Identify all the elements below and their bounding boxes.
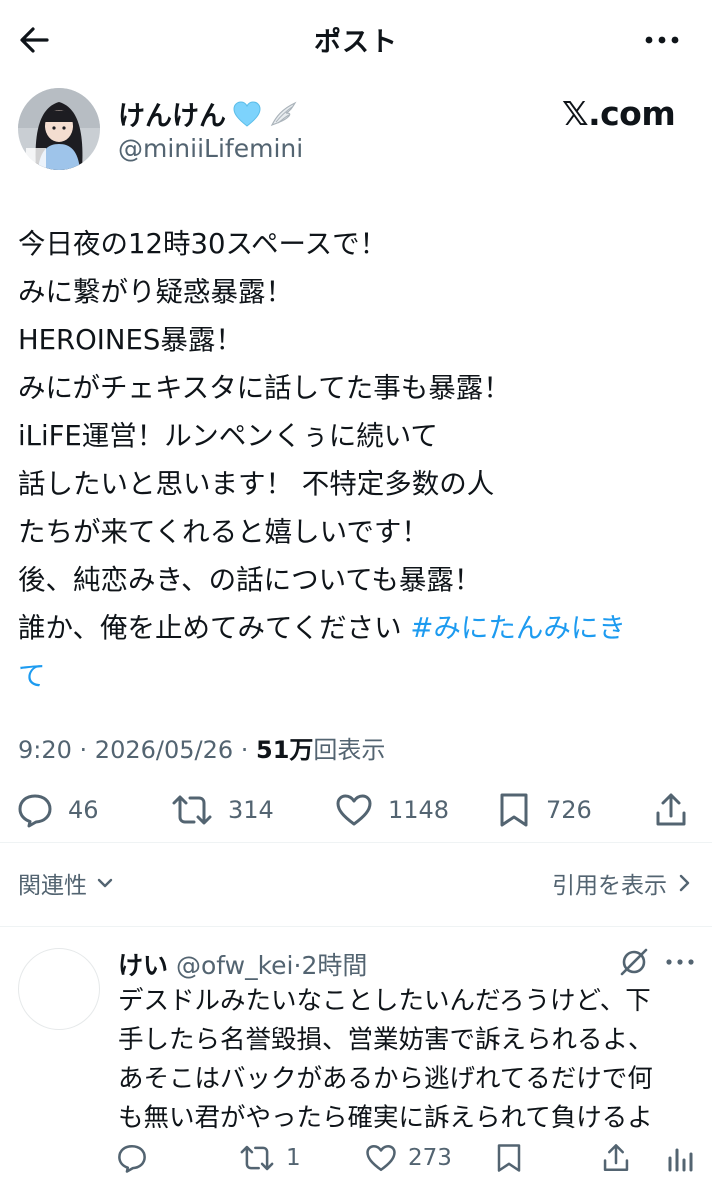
repost-count: 314 <box>228 796 274 824</box>
reply-line: 手したら名誉毀損、営業妨害で訴えられるよ、 <box>118 1025 654 1055</box>
post-line: て <box>18 652 698 700</box>
author-name-text: けんけん <box>118 101 226 132</box>
reply-time[interactable]: 2時間 <box>301 951 367 980</box>
page-title: ポスト <box>314 27 398 58</box>
reply-like-button[interactable]: 273 <box>364 1140 452 1176</box>
more-icon <box>666 959 694 965</box>
divider <box>0 926 712 927</box>
relevance-label: 関連性 <box>18 873 87 899</box>
bookmark-icon <box>500 793 528 827</box>
views-icon <box>668 1148 693 1172</box>
chevron-right-icon <box>679 874 690 892</box>
reply-avatar[interactable] <box>18 948 100 1030</box>
reply-repost-button[interactable]: 1 <box>238 1140 301 1176</box>
reply-reply-button[interactable] <box>116 1140 148 1176</box>
author-name[interactable]: けんけん <box>118 94 298 133</box>
post-line: iLiFE運営！ルンペンくぅに続いて <box>18 420 438 452</box>
share-icon <box>656 793 686 826</box>
author-handle[interactable]: @miniiLifemini <box>118 134 303 163</box>
reply-line: も無い君がやったら確実に訴えられて負けるよ <box>118 1103 653 1133</box>
x-watermark: 𝕏.com <box>562 94 676 133</box>
meta-separator: · <box>71 736 95 764</box>
post-time[interactable]: 9:20 <box>18 736 72 764</box>
more-button[interactable] <box>640 22 684 58</box>
reply-text: デスドルみたいなことしたいんだろうけど、下 手したら名誉毀損、営業妨害で訴えられ… <box>118 982 698 1138</box>
repost-button[interactable]: 314 <box>170 790 274 830</box>
repost-icon <box>240 1145 274 1171</box>
post-line: みにがチェキスタに話してた事も暴露！ <box>18 372 511 404</box>
relevance-sort-button[interactable]: 関連性 <box>18 866 115 900</box>
reply-header: けい @ofw_kei·2時間 <box>118 946 367 982</box>
reply-line: あそこはバックがあるから逃げれてるだけで何 <box>118 1064 653 1094</box>
grok-button[interactable] <box>614 944 654 980</box>
like-icon <box>366 1144 396 1172</box>
grok-icon <box>620 948 648 976</box>
reply-more-button[interactable] <box>660 944 700 980</box>
post-line: HEROINES暴露！ <box>18 324 243 356</box>
chevron-down-icon <box>97 878 113 888</box>
view-quotes-link[interactable]: 引用を表示 <box>552 866 691 900</box>
hashtag-link-continued[interactable]: て <box>18 660 46 692</box>
reply-share-button[interactable] <box>600 1140 632 1176</box>
reply-button[interactable]: 46 <box>16 790 99 830</box>
view-quotes-label: 引用を表示 <box>552 873 667 899</box>
post-line: 話したいと思います！ 不特定多数の人 <box>18 468 495 500</box>
like-icon <box>336 794 372 826</box>
reply-bookmark-button[interactable] <box>494 1140 524 1176</box>
meta-separator: · <box>233 736 257 764</box>
post-line: 誰か、俺を止めてみてください #みにたんみにき <box>18 604 698 652</box>
post-line: 後、純恋みき、の話についても暴露！ <box>18 564 482 596</box>
post-meta: 9:20 · 2026/05/26 · 51万回表示 <box>18 730 385 765</box>
post-line: たちが来てくれると嬉しいです！ <box>18 516 429 548</box>
heart-badge-icon <box>233 100 261 127</box>
divider <box>0 842 712 843</box>
more-icon <box>645 36 679 44</box>
post-line-text: 誰か、俺を止めてみてください <box>18 612 411 644</box>
post-text: 今日夜の12時30スペースで！ みに繋がり疑惑暴露！ HEROINES暴露！ み… <box>18 220 698 700</box>
share-button[interactable] <box>652 790 690 830</box>
reply-count: 46 <box>68 796 99 824</box>
repost-icon <box>172 795 212 825</box>
bookmark-count: 726 <box>546 796 592 824</box>
bookmark-button[interactable]: 726 <box>496 790 592 830</box>
views-count: 51万 <box>256 736 314 764</box>
reply-line: デスドルみたいなことしたいんだろうけど、下 <box>118 986 651 1016</box>
bookmark-icon <box>497 1144 521 1172</box>
reply-like-count: 273 <box>408 1145 452 1171</box>
like-button[interactable]: 1148 <box>334 790 449 830</box>
reply-author-name[interactable]: けい <box>118 951 168 980</box>
post-line: みに繋がり疑惑暴露！ <box>18 276 293 308</box>
post-line: 今日夜の12時30スペースで！ <box>18 228 388 260</box>
reply-icon <box>18 794 52 828</box>
reply-repost-count: 1 <box>286 1145 301 1171</box>
reply-icon <box>118 1144 146 1173</box>
reply-views-button[interactable] <box>664 1140 696 1176</box>
hashtag-link[interactable]: #みにたんみにき <box>410 612 626 644</box>
reply-author-handle[interactable]: @ofw_kei <box>176 951 294 980</box>
views-label: 回表示 <box>313 736 386 764</box>
post-date[interactable]: 2026/05/26 <box>95 736 233 764</box>
like-count: 1148 <box>388 796 450 824</box>
avatar[interactable] <box>18 88 100 170</box>
share-icon <box>603 1144 629 1172</box>
wing-icon <box>270 101 297 126</box>
